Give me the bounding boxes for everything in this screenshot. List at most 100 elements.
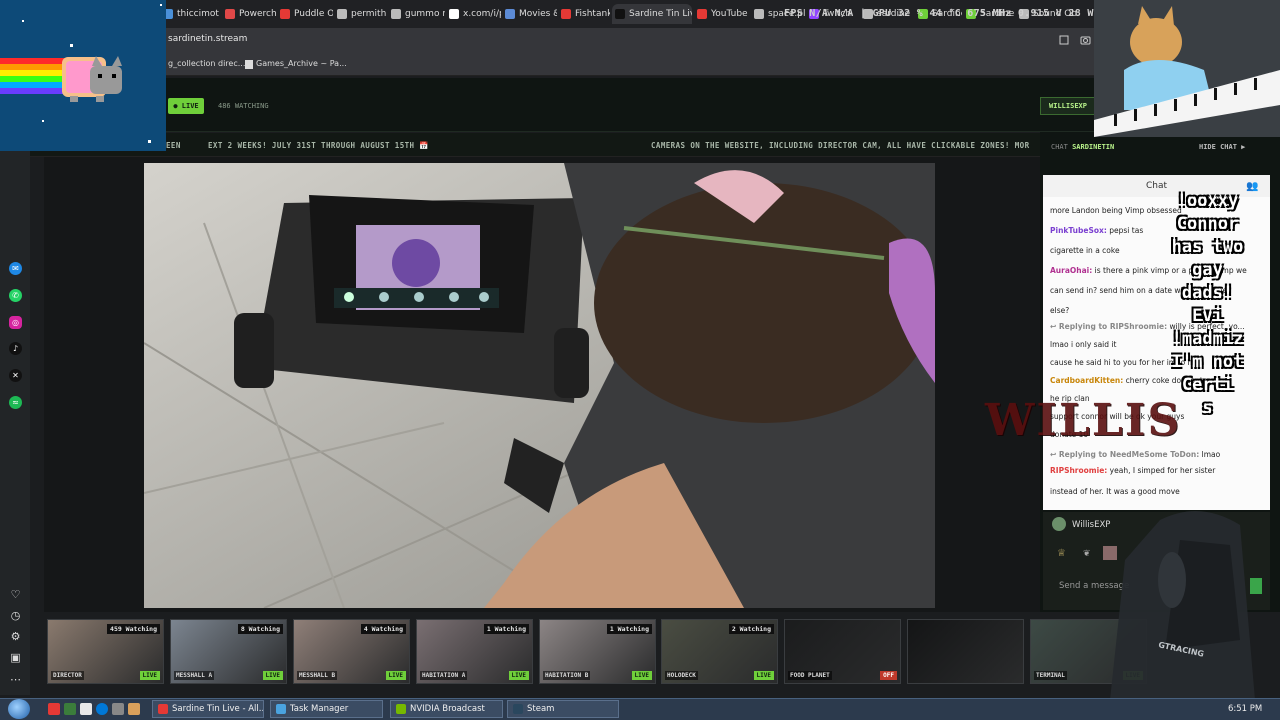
- extension-icon[interactable]: ▣: [9, 651, 22, 664]
- chat-channel: SARDINETIN: [1072, 143, 1115, 151]
- watching-count: 486 WATCHING: [218, 102, 269, 110]
- browser-tab[interactable]: thiccimot: [160, 4, 220, 24]
- hide-chat-button[interactable]: HIDE CHAT ▶: [1199, 143, 1245, 151]
- camera-status-badge: LIVE: [262, 671, 283, 680]
- whatsapp-icon[interactable]: ✆: [9, 289, 22, 302]
- task-app-icon: [158, 704, 168, 714]
- tab-label: thiccimot: [177, 9, 219, 19]
- taskbar-task[interactable]: NVIDIA Broadcast: [390, 700, 503, 718]
- tab-label: Powerchat: [239, 9, 276, 19]
- camera-name: MESSHALL B: [297, 671, 338, 680]
- chat-label: CHAT: [1051, 143, 1068, 151]
- camera-thumbnail[interactable]: 1 Watching HABITATION B LIVE: [539, 619, 656, 684]
- camera-watching-badge: 4 Watching: [360, 624, 406, 634]
- camera-status-badge: LIVE: [139, 671, 160, 680]
- chat-message-text: else?: [1050, 306, 1070, 315]
- chat-overlay-line: s: [1202, 398, 1213, 418]
- address-bar-icons[interactable]: [1058, 34, 1092, 46]
- browser-tab[interactable]: Powerchat: [222, 4, 276, 24]
- chat-header: CHAT SARDINETIN: [1051, 143, 1114, 151]
- camera-thumbnail[interactable]: 1 Watching HABITATION A LIVE: [416, 619, 533, 684]
- chat-message-text: pepsi tas: [1109, 226, 1144, 235]
- camera-status-badge: OFF: [880, 671, 897, 680]
- tab-label: YouTube: [711, 9, 748, 19]
- browser-tab[interactable]: Movies &: [502, 4, 557, 24]
- camera-thumbnail[interactable]: 4 Watching MESSHALL B LIVE: [293, 619, 410, 684]
- chat-message: RIPShroomie: yeah, I simped for her sist…: [1050, 466, 1215, 475]
- bookmark-item[interactable]: Games_Archive ~ Pa...: [256, 59, 347, 68]
- bookmark-item[interactable]: g_collection direc...: [168, 59, 245, 68]
- ticker-text: EXT 2 WEEKS! JULY 31ST THROUGH AUGUST 15…: [208, 141, 430, 150]
- browser-tab[interactable]: Fishtank D: [558, 4, 610, 24]
- tiktok-icon[interactable]: ♪: [9, 342, 22, 355]
- task-label: NVIDIA Broadcast: [410, 704, 485, 714]
- chat-message-user[interactable]: AuraOhai:: [1050, 266, 1092, 275]
- chat-message: lmao i only said it: [1050, 340, 1116, 349]
- taskbar-task[interactable]: Sardine Tin Live - All...: [152, 700, 264, 718]
- camera-thumbnail[interactable]: [907, 619, 1024, 684]
- edge-icon[interactable]: [96, 703, 108, 715]
- chat-message-user[interactable]: RIPShroomie:: [1050, 466, 1107, 475]
- opera-icon[interactable]: [48, 703, 60, 715]
- nyan-cat-overlay: [0, 0, 166, 151]
- tab-label: Movies &: [519, 9, 557, 19]
- chat-message-user[interactable]: ↩ Replying to NeedMeSome ToDon:: [1050, 450, 1199, 459]
- taskbar-task[interactable]: Task Manager: [270, 700, 383, 718]
- tab-label: Fishtank D: [575, 9, 610, 19]
- notepad-icon[interactable]: [80, 703, 92, 715]
- taskbar-task[interactable]: Steam: [507, 700, 619, 718]
- main-video-feed[interactable]: [144, 163, 935, 608]
- gear-icon[interactable]: ⚙: [9, 630, 22, 643]
- video-frame-image: [144, 163, 935, 608]
- url-text[interactable]: sardinetin.stream: [168, 34, 247, 44]
- user-button[interactable]: WILLISEXP: [1040, 97, 1096, 115]
- tab-favicon-icon: [754, 9, 764, 19]
- messenger-icon[interactable]: ✉: [9, 262, 22, 275]
- tab-favicon-icon: [615, 9, 625, 19]
- keyboard-cat-overlay: [1094, 0, 1280, 137]
- avatar: [1052, 517, 1066, 531]
- browser-tab[interactable]: YouTube: [694, 4, 750, 24]
- browser-tab[interactable]: Puddle Of: [277, 4, 333, 24]
- camera-thumbnail[interactable]: FOOD PLANET OFF: [784, 619, 901, 684]
- camera-name: MESSHALL A: [174, 671, 215, 680]
- browser-tab[interactable]: permithin: [334, 4, 387, 24]
- chat-message-text: cigarette in a coke: [1050, 246, 1120, 255]
- more-icon[interactable]: ⋯: [9, 673, 22, 686]
- tab-label: permithin: [351, 9, 387, 19]
- app-icon[interactable]: [64, 703, 76, 715]
- browser-tab[interactable]: Sardine Tin Live: [612, 4, 692, 24]
- app-icon[interactable]: [128, 703, 140, 715]
- chat-message-user[interactable]: PinkTubeSox:: [1050, 226, 1107, 235]
- task-app-icon: [276, 704, 286, 714]
- browser-tab[interactable]: x.com/i/p: [446, 4, 501, 24]
- instagram-icon[interactable]: ◎: [9, 316, 22, 329]
- browser-tab[interactable]: gummo m: [388, 4, 445, 24]
- clock[interactable]: 6:51 PM: [1228, 704, 1262, 714]
- chat-overlay-line: has two: [1171, 237, 1244, 257]
- camera-thumbnail[interactable]: 2 Watching HOLODECK LIVE: [661, 619, 778, 684]
- task-label: Sardine Tin Live - All...: [172, 704, 264, 714]
- chat-overlay-line: Certi: [1181, 375, 1234, 395]
- camera-status-badge: LIVE: [385, 671, 406, 680]
- x-icon[interactable]: ✕: [9, 369, 22, 382]
- spotify-icon[interactable]: ≈: [9, 396, 22, 409]
- chat-message-user[interactable]: CardboardKitten:: [1050, 376, 1123, 385]
- chat-overlay-line: dads!: [1181, 283, 1234, 303]
- chat-overlay-line: !madmiz: [1171, 329, 1244, 349]
- camera-thumbnail[interactable]: 459 Watching DIRECTOR LIVE: [47, 619, 164, 684]
- clock-icon[interactable]: ◷: [9, 609, 22, 622]
- tab-favicon-icon: [561, 9, 571, 19]
- chat-overlay-line: !ooxxy: [1176, 191, 1239, 211]
- heart-icon[interactable]: ♡: [9, 588, 22, 601]
- camera-status-badge: LIVE: [753, 671, 774, 680]
- settings-icon[interactable]: [112, 703, 124, 715]
- start-button[interactable]: [8, 699, 30, 719]
- camera-thumbnail[interactable]: 8 Watching MESSHALL A LIVE: [170, 619, 287, 684]
- live-button[interactable]: ● LIVE: [168, 98, 204, 114]
- camera-status-badge: LIVE: [631, 671, 652, 680]
- camera-watching-badge: 459 Watching: [107, 624, 160, 634]
- chat-overlay-line: Evi: [1192, 306, 1223, 326]
- tab-favicon-icon: [280, 9, 290, 19]
- trophy-icon[interactable]: ♕: [1057, 548, 1066, 559]
